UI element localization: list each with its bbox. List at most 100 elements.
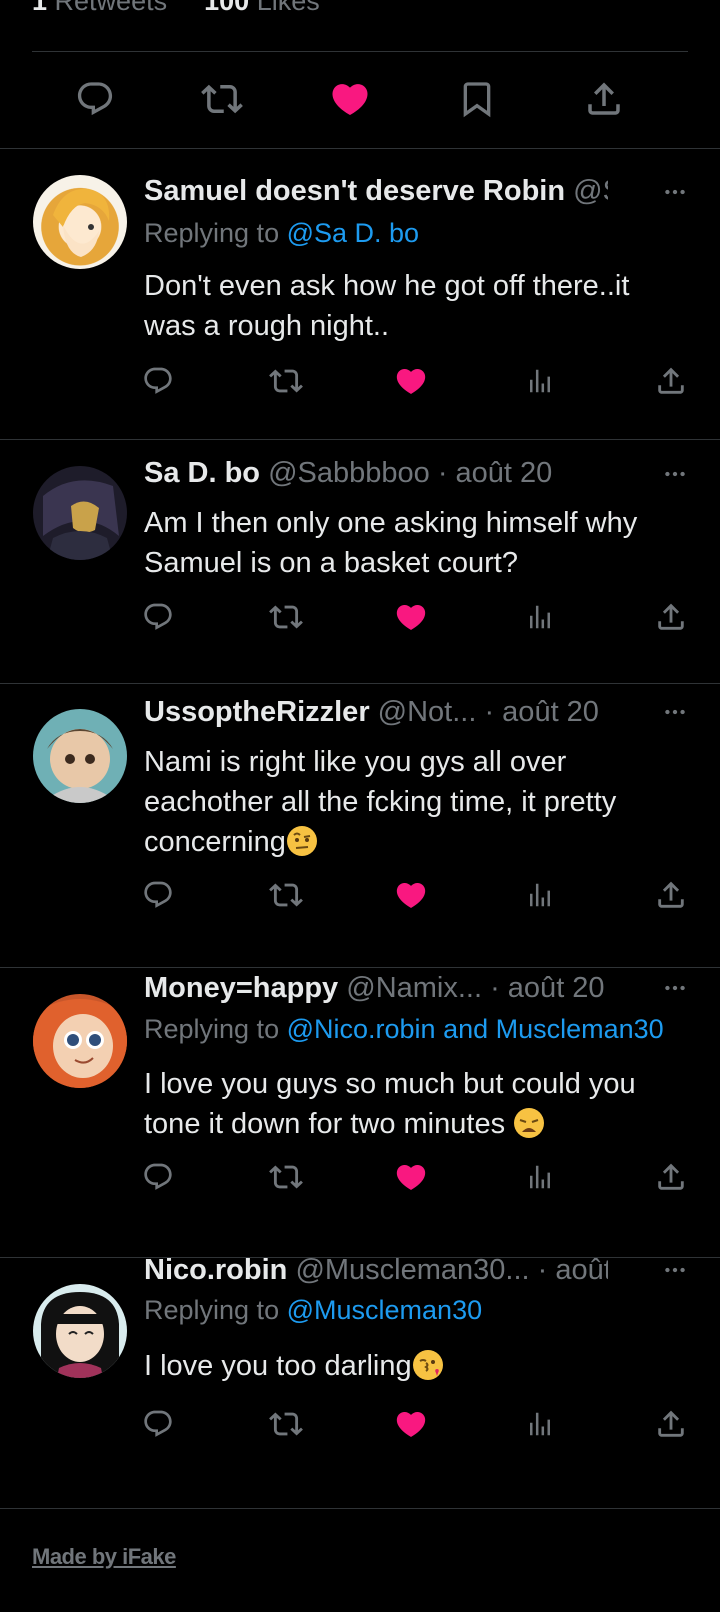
more-icon — [662, 1257, 688, 1283]
stats-icon — [525, 366, 555, 396]
share-icon — [654, 878, 688, 912]
retweet-icon — [269, 1407, 303, 1441]
stats-icon — [525, 1409, 555, 1439]
share-button[interactable] — [582, 77, 626, 121]
replying-to: Replying to @Muscleman30 — [144, 1292, 482, 1328]
tweet-stats: 1 Retweets 100 Likes — [32, 0, 320, 17]
heart-filled-icon — [329, 78, 371, 120]
separator — [0, 1508, 720, 1509]
retweets-count: 1 — [32, 0, 48, 16]
retweet-button[interactable] — [266, 361, 306, 401]
reply-icon — [142, 1408, 174, 1440]
avatar-nami-icon — [33, 999, 127, 1088]
more-icon — [662, 975, 688, 1001]
avatar[interactable] — [33, 994, 127, 1088]
views-button[interactable] — [520, 1404, 560, 1444]
reply-button[interactable] — [138, 1157, 178, 1197]
more-icon — [662, 699, 688, 725]
tweet-text: Don't even ask how he got off there..it … — [144, 266, 684, 346]
share-button[interactable] — [651, 1404, 691, 1444]
reply-button[interactable] — [138, 1404, 178, 1444]
more-button[interactable] — [660, 697, 690, 727]
views-button[interactable] — [520, 875, 560, 915]
retweet-button[interactable] — [266, 597, 306, 637]
retweet-button[interactable] — [266, 1157, 306, 1197]
avatar[interactable] — [33, 709, 127, 803]
avatar[interactable] — [33, 1284, 127, 1378]
reply-button[interactable] — [138, 361, 178, 401]
reply-actions — [0, 597, 720, 637]
face-with-raised-eyebrow-icon — [286, 826, 317, 856]
reply-button[interactable] — [73, 77, 117, 121]
more-icon — [662, 461, 688, 487]
more-button[interactable] — [660, 973, 690, 1003]
reply-icon — [142, 365, 174, 397]
tweet-action-bar — [0, 52, 720, 148]
like-button[interactable] — [391, 875, 431, 915]
reply-tweet[interactable]: Money=happy @Namix... · août 20 Replying… — [0, 968, 720, 1257]
display-name[interactable]: UssoptheRizzler — [144, 696, 370, 728]
retweet-button[interactable] — [266, 875, 306, 915]
reply-button[interactable] — [138, 597, 178, 637]
replying-to-link[interactable]: @Nico.robin and Muscleman30 — [287, 1014, 664, 1044]
avatar[interactable] — [33, 175, 127, 269]
avatar-sanji-icon — [53, 188, 110, 257]
like-button[interactable] — [391, 361, 431, 401]
share-button[interactable] — [651, 1157, 691, 1197]
bookmark-button[interactable] — [455, 77, 499, 121]
stats-icon — [525, 602, 555, 632]
reply-actions — [0, 361, 720, 401]
like-button[interactable] — [391, 1404, 431, 1444]
avatar-usopp-icon — [47, 729, 113, 803]
replying-to-link[interactable]: @Sa D. bo — [287, 218, 419, 248]
views-button[interactable] — [520, 361, 560, 401]
weary-face-icon — [514, 1108, 545, 1138]
share-icon — [583, 78, 625, 120]
heart-filled-icon — [394, 878, 428, 912]
tweet-text-content: Am I then only one asking himself why Sa… — [144, 507, 638, 579]
retweet-button[interactable] — [266, 1404, 306, 1444]
retweet-icon — [269, 600, 303, 634]
reply-header: Sa D. bo @Sabbbboo · août 20 — [144, 453, 608, 493]
reply-button[interactable] — [138, 875, 178, 915]
more-button[interactable] — [660, 459, 690, 489]
views-button[interactable] — [520, 597, 560, 637]
reply-tweet[interactable]: UssoptheRizzler @Not... · août 20 Nami i… — [0, 684, 720, 967]
stats-icon — [525, 880, 555, 910]
retweets-label[interactable]: Retweets — [55, 0, 168, 16]
reply-header: Nico.robin @Muscleman30... · août ... — [144, 1250, 608, 1290]
like-button[interactable] — [328, 77, 372, 121]
display-name[interactable]: Samuel doesn't deserve Robin — [144, 175, 565, 207]
avatar[interactable] — [33, 466, 127, 560]
more-icon — [662, 179, 688, 205]
views-button[interactable] — [520, 1157, 560, 1197]
tweet-text: Nami is right like you gys all over each… — [144, 742, 684, 862]
share-button[interactable] — [651, 361, 691, 401]
share-button[interactable] — [651, 875, 691, 915]
like-button[interactable] — [391, 1157, 431, 1197]
display-name[interactable]: Nico.robin — [144, 1254, 287, 1286]
reply-icon — [75, 79, 115, 119]
display-name[interactable]: Money=happy — [144, 972, 338, 1004]
more-button[interactable] — [660, 1255, 690, 1285]
likes-label[interactable]: Likes — [257, 0, 320, 16]
avatar-robin-icon — [41, 1292, 119, 1378]
reply-tweet[interactable]: Sa D. bo @Sabbbboo · août 20 Am I then o… — [0, 440, 720, 683]
reply-tweet[interactable]: Samuel doesn't deserve Robin @S Replying… — [0, 149, 720, 439]
handle-date: @S — [573, 175, 608, 207]
share-icon — [654, 1407, 688, 1441]
handle-date: @Sabbbboo · août 20 — [268, 457, 553, 489]
share-button[interactable] — [651, 597, 691, 637]
made-by-ifake-link[interactable]: Made by iFake — [32, 1544, 176, 1570]
like-button[interactable] — [391, 597, 431, 637]
likes-count: 100 — [204, 0, 250, 16]
reply-header: Money=happy @Namix... · août 20 — [144, 968, 608, 1008]
retweet-button[interactable] — [200, 77, 244, 121]
tweet-text-content: Nami is right like you gys all over each… — [144, 746, 617, 858]
reply-actions — [0, 1404, 720, 1444]
more-button[interactable] — [660, 177, 690, 207]
retweet-icon — [269, 878, 303, 912]
display-name[interactable]: Sa D. bo — [144, 457, 260, 489]
replying-to-link[interactable]: @Muscleman30 — [287, 1295, 483, 1325]
reply-tweet[interactable]: Nico.robin @Muscleman30... · août ... Re… — [0, 1254, 720, 1508]
